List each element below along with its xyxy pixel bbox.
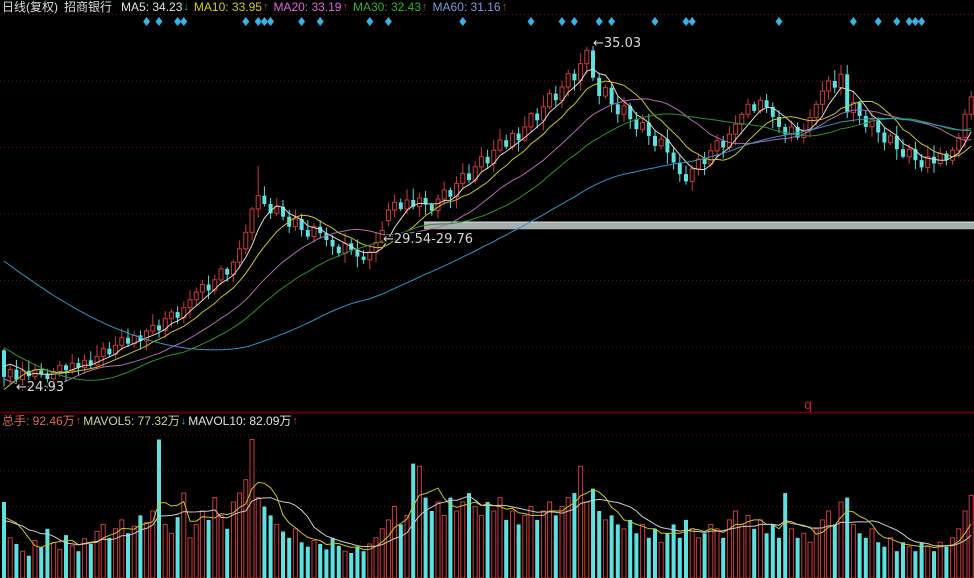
mavol10-legend: MAVOL10: 82.09万 <box>188 414 291 429</box>
ma30-trend-arrow: ↑ <box>422 0 428 15</box>
candlestick-volume-chart[interactable]: ←35.03 ←29.54-29.76 ←24.93 q <box>0 0 974 578</box>
total-volume-legend: 总手: 92.46万 <box>2 414 75 429</box>
ma20-legend: MA20: 33.19 <box>273 0 341 15</box>
volume-bars <box>2 440 973 578</box>
svg-text:←24.93: ←24.93 <box>16 380 64 395</box>
mavol5-arrow: ↓ <box>181 414 187 429</box>
ma5-trend-arrow: ↓ <box>183 0 189 15</box>
ma-lines <box>4 69 971 389</box>
total-volume-arrow: ↑ <box>76 414 82 429</box>
ma60-legend: MA60: 31.16 <box>433 0 501 15</box>
candles <box>2 46 973 391</box>
signal-diamonds <box>143 17 925 26</box>
svg-text:←29.54-29.76: ←29.54-29.76 <box>383 232 473 247</box>
stock-chart-window: ←35.03 ←29.54-29.76 ←24.93 q 日线(复权) 招商银行 MA… <box>0 0 974 578</box>
ma60-trend-arrow: ↑ <box>502 0 508 15</box>
gridlines <box>0 15 974 543</box>
volume-header: 总手: 92.46万 ↑ MAVOL5: 77.32万 ↓ MAVOL10: 8… <box>0 414 298 429</box>
svg-text:←35.03: ←35.03 <box>593 36 641 51</box>
ma30-legend: MA30: 32.43 <box>353 0 421 15</box>
ma5-legend: MA5: 34.23 <box>121 0 182 15</box>
mavol10-arrow: ↑ <box>292 414 298 429</box>
ma20-trend-arrow: ↑ <box>342 0 348 15</box>
ma10-legend: MA10: 33.95 <box>194 0 262 15</box>
mavol5-legend: MAVOL5: 77.32万 <box>83 414 180 429</box>
stock-name: 招商银行 <box>64 0 112 15</box>
ma10-trend-arrow: ↑ <box>263 0 269 15</box>
event-marker-q: q <box>804 398 812 413</box>
gap-band <box>424 222 974 229</box>
main-chart-header: 日线(复权) 招商银行 MA5: 34.23 ↓ MA10: 33.95 ↑ M… <box>0 0 507 15</box>
period-label: 日线(复权) <box>2 0 58 15</box>
price-annotations: ←35.03 ←29.54-29.76 ←24.93 <box>16 36 641 395</box>
